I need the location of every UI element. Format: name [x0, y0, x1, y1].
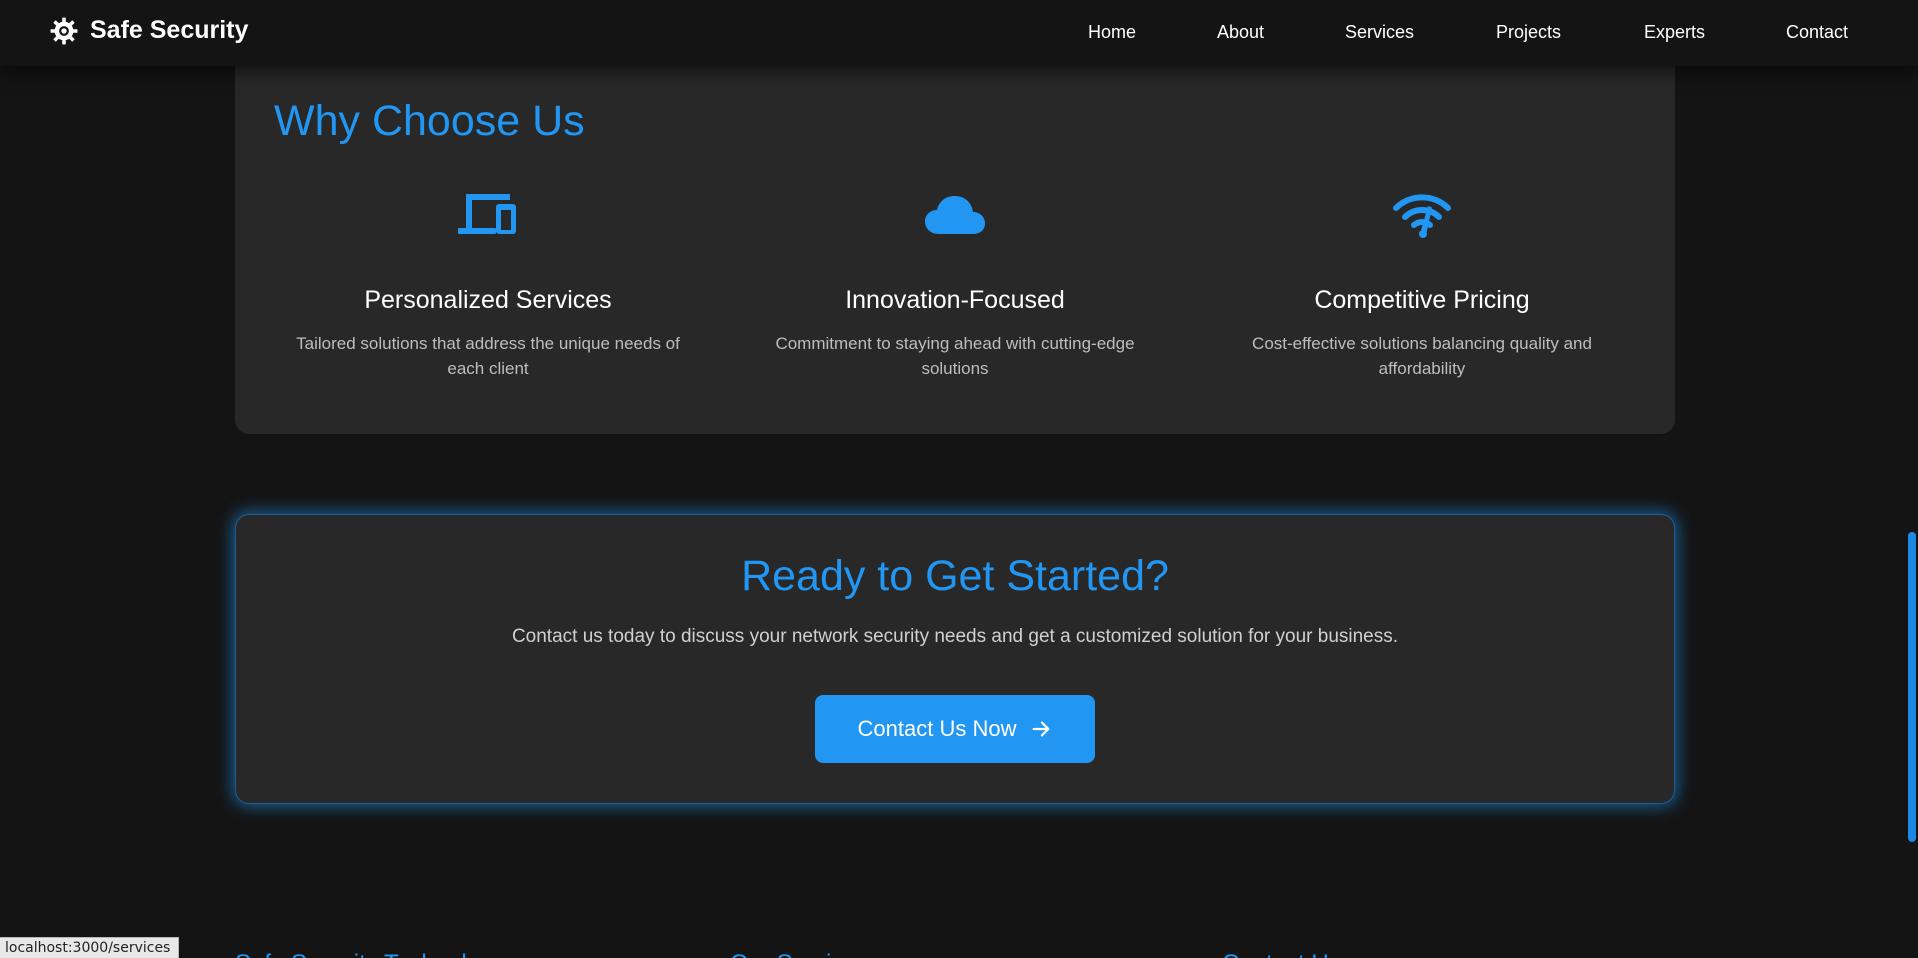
- feature-description: Cost-effective solutions balancing quali…: [1252, 334, 1592, 378]
- status-bar-url: localhost:3000/services: [0, 937, 180, 958]
- brand-logo[interactable]: Safe Security: [50, 16, 248, 45]
- nav-contact[interactable]: Contact: [1786, 22, 1848, 43]
- cta-title: Ready to Get Started?: [741, 552, 1169, 600]
- contact-us-now-button[interactable]: Contact Us Now: [815, 695, 1095, 763]
- feature-title: Competitive Pricing: [1314, 286, 1530, 314]
- why-choose-us-title: Why Choose Us: [274, 97, 585, 145]
- feature-description: Tailored solutions that address the uniq…: [296, 334, 680, 378]
- nav-projects[interactable]: Projects: [1496, 22, 1561, 43]
- cloud-icon: [755, 188, 1155, 244]
- page: Safe Security Home About Services Projec…: [0, 0, 1918, 958]
- arrow-right-icon: [1030, 718, 1052, 740]
- feature-title: Innovation-Focused: [845, 286, 1065, 314]
- feature-competitive-pricing: Competitive Pricing Cost-effective solut…: [1222, 188, 1622, 381]
- wifi-speed-icon: [1222, 188, 1622, 244]
- gear-icon: [50, 17, 78, 45]
- scrollbar-thumb[interactable]: [1908, 532, 1916, 842]
- feature-innovation-focused: Innovation-Focused Commitment to staying…: [755, 188, 1155, 381]
- navbar: Safe Security Home About Services Projec…: [0, 0, 1918, 66]
- footer-heading-services: Our Services: [730, 950, 869, 958]
- nav-experts[interactable]: Experts: [1644, 22, 1705, 43]
- footer-heading-contact: Contact Us: [1222, 950, 1341, 958]
- nav-home[interactable]: Home: [1088, 22, 1136, 43]
- devices-icon: [288, 188, 688, 244]
- feature-description: Commitment to staying ahead with cutting…: [775, 334, 1135, 378]
- feature-personalized-services: Personalized Services Tailored solutions…: [288, 188, 688, 381]
- feature-title: Personalized Services: [364, 286, 612, 314]
- cta-button-label: Contact Us Now: [857, 716, 1017, 741]
- cta-description: Contact us today to discuss your network…: [511, 626, 1399, 647]
- nav-services[interactable]: Services: [1345, 22, 1414, 43]
- brand-name: Safe Security: [90, 16, 249, 44]
- footer-heading-company: Safe Security Technology: [235, 950, 505, 958]
- nav-about[interactable]: About: [1217, 22, 1264, 43]
